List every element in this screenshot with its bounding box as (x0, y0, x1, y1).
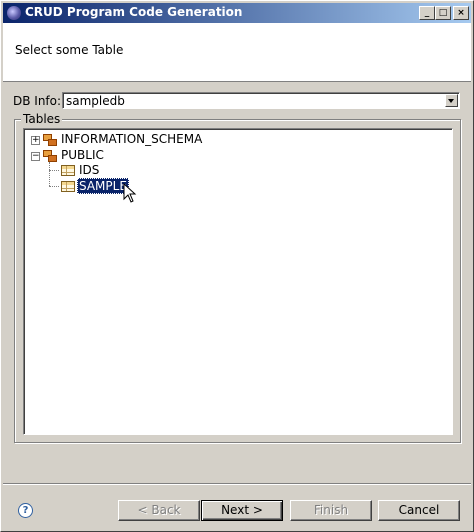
tree-node-ids[interactable]: IDS (79, 162, 99, 178)
db-info-value: sampledb (66, 94, 125, 108)
tree-node-public[interactable]: PUBLIC (61, 147, 104, 163)
window-title: CRUD Program Code Generation (25, 5, 243, 19)
schema-icon (43, 134, 57, 146)
tables-group-label: Tables (21, 112, 63, 126)
db-info-label: DB Info: (13, 94, 62, 108)
mouse-cursor-icon (123, 183, 137, 203)
eclipse-icon (7, 6, 21, 20)
tree-connector (49, 186, 59, 187)
help-icon[interactable]: ? (18, 503, 33, 518)
table-icon (61, 181, 75, 192)
tree-node-information-schema[interactable]: INFORMATION_SCHEMA (61, 131, 202, 147)
back-button[interactable]: < Back (118, 500, 200, 521)
next-button[interactable]: Next > (201, 500, 283, 521)
chevron-down-icon[interactable] (445, 94, 458, 107)
tree-node-sample[interactable]: SAMPLE (77, 178, 129, 194)
dialog-window: CRUD Program Code Generation _ □ × Selec… (0, 0, 474, 532)
minimize-button[interactable]: _ (419, 6, 435, 20)
title-bar[interactable]: CRUD Program Code Generation _ □ × (3, 3, 471, 23)
collapse-icon[interactable]: − (31, 152, 40, 161)
db-info-select[interactable]: sampledb (62, 92, 460, 109)
wizard-header: Select some Table (3, 23, 471, 82)
footer-separator (3, 483, 471, 485)
finish-button[interactable]: Finish (290, 500, 372, 521)
maximize-button[interactable]: □ (435, 6, 451, 20)
header-message: Select some Table (15, 43, 124, 57)
table-icon (61, 165, 75, 176)
expand-icon[interactable]: + (31, 136, 40, 145)
cancel-button[interactable]: Cancel (378, 500, 460, 521)
tree-connector (49, 162, 50, 186)
schema-icon (43, 150, 57, 162)
close-button[interactable]: × (453, 6, 469, 20)
tree-connector (49, 170, 59, 171)
tables-tree[interactable]: + INFORMATION_SCHEMA − PUBLIC IDS SAMPLE (23, 128, 453, 435)
